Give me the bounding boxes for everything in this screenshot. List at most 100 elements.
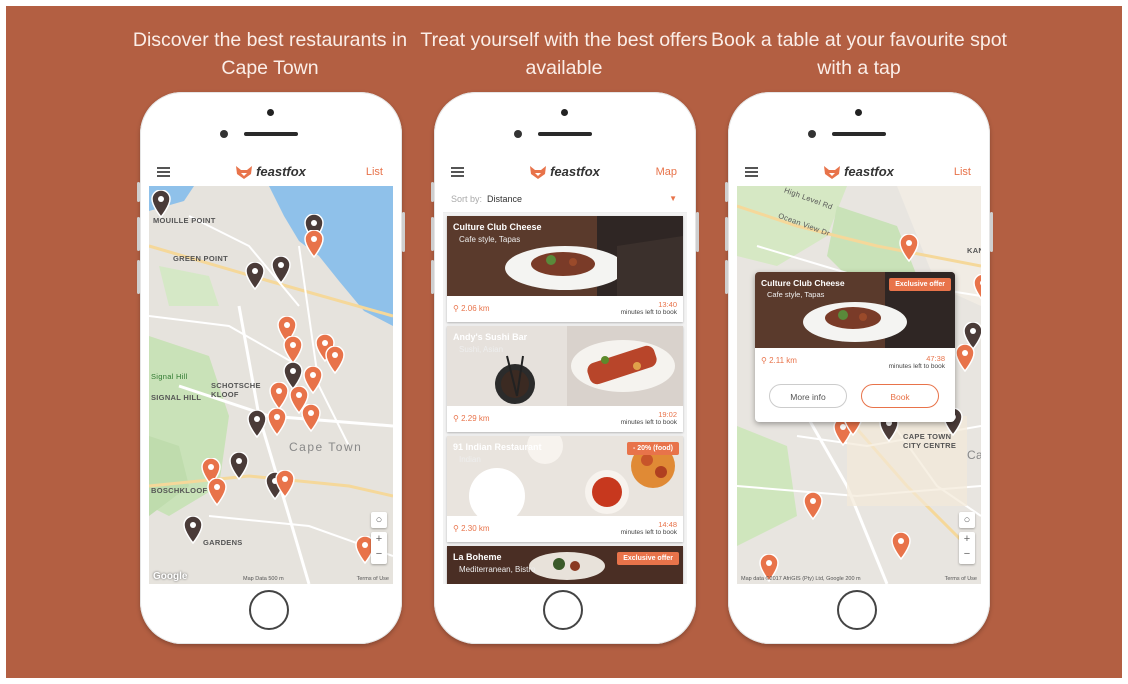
locate-me-button[interactable]: ○ — [959, 512, 975, 528]
distance-value: 2.11 km — [769, 356, 797, 365]
map-link[interactable]: Map — [656, 166, 677, 178]
restaurant-popup[interactable]: Culture Club Cheese Cafe style, Tapas Ex… — [755, 272, 955, 422]
phone-speaker — [244, 132, 298, 136]
orange-pin-icon[interactable] — [304, 230, 324, 258]
terms-link[interactable]: Terms of Use — [357, 576, 389, 582]
brand-name: feastfox — [550, 164, 600, 179]
restaurant-cuisine: Sushi, Asian — [459, 345, 504, 354]
orange-pin-icon[interactable] — [803, 492, 823, 520]
caption-offers: Treat yourself with the best offers avai… — [420, 29, 708, 79]
orange-pin-icon[interactable] — [899, 234, 919, 262]
zoom-controls[interactable]: + − — [959, 532, 975, 564]
home-button[interactable] — [543, 590, 583, 630]
minutes-left-label: minutes left to book — [620, 419, 677, 426]
phone-camera — [220, 130, 228, 138]
restaurant-card[interactable]: Andy's Sushi Bar Sushi, Asian ⚲ 2.29 km … — [447, 326, 683, 432]
terms-link[interactable]: Terms of Use — [945, 576, 977, 582]
brand-name: feastfox — [256, 164, 306, 179]
map-attribution: Map data ©2017 AfriGIS (Pty) Ltd, Google… — [741, 576, 861, 582]
restaurant-card[interactable]: La Boheme Mediterranean, Bistro Exclusiv… — [447, 546, 683, 584]
map-view[interactable]: MOUILLE POINT GREEN POINT SCHOTSCHE KLOO… — [149, 186, 393, 584]
distance-label: ⚲ 2.30 km — [453, 524, 490, 533]
phone-power-button — [696, 212, 699, 252]
map-scale: Map Data 500 m — [243, 576, 284, 582]
discount-badge: - 20% (food) — [626, 442, 679, 455]
orange-pin-icon[interactable] — [325, 346, 345, 374]
map-label-kan: KAN — [967, 246, 981, 255]
zoom-controls[interactable]: + − — [371, 532, 387, 564]
dark-pin-icon[interactable] — [271, 256, 291, 284]
fox-logo-icon — [824, 166, 841, 179]
phone-speaker — [538, 132, 592, 136]
phone-power-button — [402, 212, 405, 252]
map-label-boschkloof: BOSCHKLOOF — [151, 486, 208, 495]
restaurant-name: 91 Indian Restaurant — [453, 442, 542, 452]
location-pin-icon: ⚲ — [453, 304, 462, 313]
phone-volume-down — [431, 260, 434, 294]
dark-pin-icon[interactable] — [245, 262, 265, 290]
restaurant-cuisine: Mediterranean, Bistro — [459, 565, 536, 574]
caption-discover: Discover the best restaurants in Cape To… — [132, 29, 408, 79]
locate-me-button[interactable]: ○ — [371, 512, 387, 528]
map-view[interactable]: High Level Rd Ocean View Dr KAN CAPE TOW… — [737, 186, 981, 584]
phone-sensor — [267, 109, 274, 116]
app-screen: feastfox List — [737, 158, 981, 584]
restaurant-card[interactable]: Culture Club Cheese Cafe style, Tapas ⚲ … — [447, 216, 683, 322]
dark-pin-icon[interactable] — [247, 410, 267, 438]
map-label-gardens: GARDENS — [203, 538, 243, 547]
map-label-ca: Ca — [967, 448, 981, 462]
promo-banner: Discover the best restaurants in Cape To… — [6, 6, 1122, 678]
exclusive-offer-badge: Exclusive offer — [617, 552, 679, 565]
distance-value: 2.06 km — [461, 304, 490, 313]
popup-restaurant-cuisine: Cafe style, Tapas — [767, 290, 825, 299]
list-link[interactable]: List — [954, 166, 971, 178]
distance-label: ⚲ 2.06 km — [453, 304, 490, 313]
dark-pin-icon[interactable] — [183, 516, 203, 544]
location-pin-icon: ⚲ — [453, 524, 462, 533]
minutes-left-label: minutes left to book — [620, 529, 677, 536]
time-left: 14:48 — [658, 520, 677, 529]
distance-label: ⚲ 2.11 km — [761, 356, 797, 365]
dark-pin-icon[interactable] — [151, 190, 171, 218]
orange-pin-icon[interactable] — [267, 408, 287, 436]
map-label-green-point: GREEN POINT — [173, 254, 228, 263]
brand-logo: feastfox — [149, 164, 393, 179]
phone-camera — [514, 130, 522, 138]
restaurant-card[interactable]: 91 Indian Restaurant Indian - 20% (food)… — [447, 436, 683, 542]
orange-pin-icon[interactable] — [891, 532, 911, 560]
sort-dropdown[interactable]: Sort by: Distance ▼ — [443, 186, 687, 213]
orange-pin-icon[interactable] — [973, 274, 981, 302]
orange-pin-icon[interactable] — [955, 344, 975, 372]
restaurant-name: Culture Club Cheese — [453, 222, 542, 232]
brand-logo: feastfox — [737, 164, 981, 179]
phone-booking-view: feastfox List High Level Rd Ocean View D… — [725, 92, 993, 644]
phone-volume-down — [725, 260, 728, 294]
more-info-button[interactable]: More info — [769, 384, 847, 408]
home-button[interactable] — [837, 590, 877, 630]
distance-value: 2.30 km — [461, 524, 490, 533]
orange-pin-icon[interactable] — [301, 404, 321, 432]
sort-value: Distance — [487, 194, 523, 204]
location-pin-icon: ⚲ — [453, 414, 462, 423]
map-label-signal-hill-caps: SIGNAL HILL — [151, 393, 202, 402]
caption-book: Book a table at your favourite spot with… — [711, 29, 1007, 79]
app-header: feastfox List — [737, 158, 981, 187]
chevron-down-icon: ▼ — [669, 194, 677, 203]
orange-pin-icon[interactable] — [207, 478, 227, 506]
map-label-signal-hill: Signal Hill — [151, 372, 188, 381]
app-screen: feastfox List — [149, 158, 393, 584]
list-link[interactable]: List — [366, 166, 383, 178]
fox-logo-icon — [530, 166, 547, 179]
orange-pin-icon[interactable] — [269, 382, 289, 410]
phone-volume-up — [725, 217, 728, 251]
orange-pin-icon[interactable] — [283, 336, 303, 364]
location-pin-icon: ⚲ — [761, 356, 770, 365]
restaurant-name: La Boheme — [453, 552, 502, 562]
phone-sensor — [561, 109, 568, 116]
book-button[interactable]: Book — [861, 384, 939, 408]
orange-pin-icon[interactable] — [275, 470, 295, 498]
minutes-left-label: minutes left to book — [888, 363, 945, 370]
home-button[interactable] — [249, 590, 289, 630]
dark-pin-icon[interactable] — [229, 452, 249, 480]
restaurant-cuisine: Cafe style, Tapas — [459, 235, 521, 244]
